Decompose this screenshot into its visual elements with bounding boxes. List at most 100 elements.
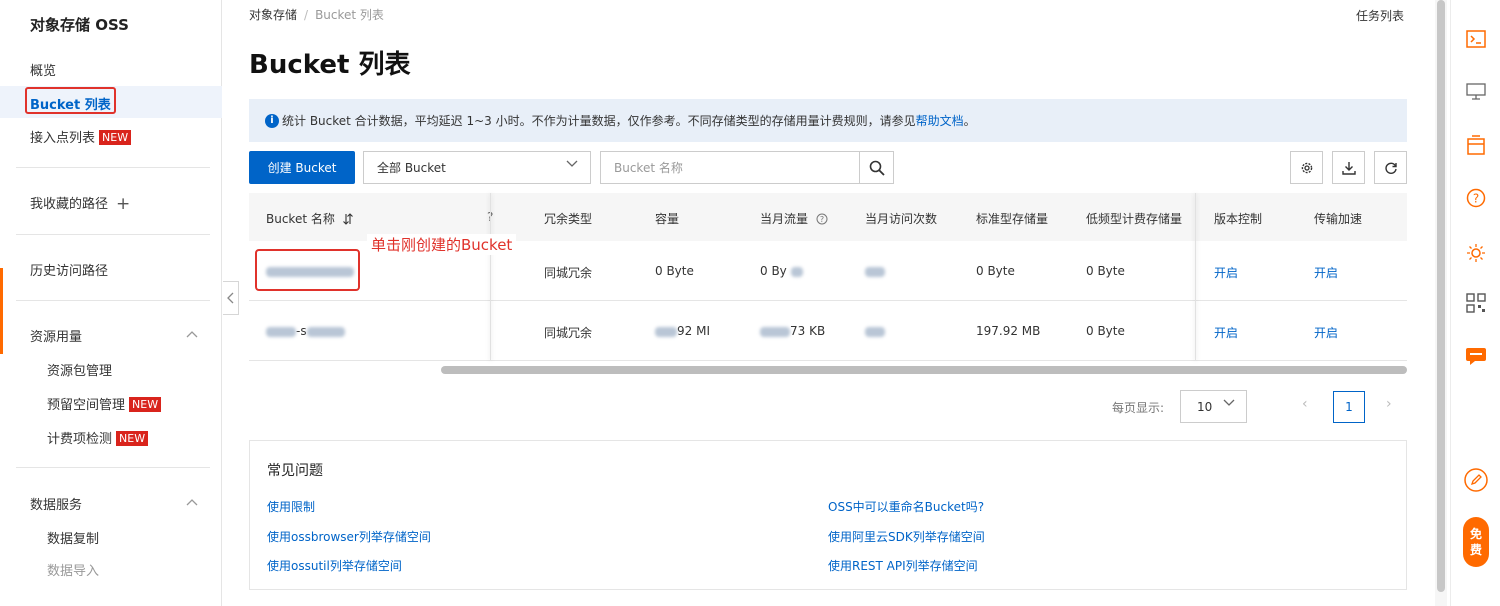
help-doc-link[interactable]: 帮助文档	[916, 112, 964, 129]
accel-enable-link[interactable]: 开启	[1314, 264, 1338, 281]
redacted-value	[790, 266, 803, 277]
table-row: -s 同城冗余 92 MI 73 KB 197.92 MB 0 Byte 开启 …	[249, 301, 1407, 361]
table-horizontal-scrollbar[interactable]	[441, 366, 1407, 374]
bucket-filter-value: 全部 Bucket	[377, 161, 446, 175]
search-button[interactable]	[859, 151, 894, 184]
sidebar-divider	[16, 300, 210, 301]
svg-text:?: ?	[1473, 192, 1479, 206]
create-bucket-button[interactable]: 创建 Bucket	[249, 151, 355, 184]
free-trial-button[interactable]: 免 费	[1463, 517, 1489, 567]
faq-section: 常见问题 使用限制 OSS中可以重命名Bucket吗? 使用ossbrowser…	[249, 440, 1407, 590]
coupon-icon[interactable]	[1464, 133, 1488, 157]
sidebar-item-history[interactable]: 历史访问路径	[30, 260, 108, 279]
sidebar-item-favorites[interactable]: 我收藏的路径 +	[30, 193, 130, 214]
sidebar-item-billing-check[interactable]: 计费项检测 NEW	[47, 428, 149, 447]
settings-button[interactable]	[1290, 151, 1323, 184]
page-scrollbar-thumb[interactable]	[1437, 0, 1445, 592]
sidebar-item-resource-pack[interactable]: 资源包管理	[47, 360, 112, 379]
sidebar-item-overview[interactable]: 概览	[30, 60, 56, 79]
next-page-button[interactable]: ›	[1386, 396, 1392, 412]
redacted-value	[865, 266, 885, 277]
faq-link[interactable]: 使用阿里云SDK列举存储空间	[828, 528, 985, 545]
sort-icon[interactable]	[342, 213, 354, 225]
sidebar: 对象存储 OSS 概览 Bucket 列表 接入点列表 NEW 我收藏的路径 + 历…	[0, 0, 222, 606]
chevron-left-icon	[226, 292, 233, 304]
bucket-filter-select[interactable]: 全部 Bucket	[363, 151, 591, 184]
add-favorite-icon[interactable]: +	[116, 194, 130, 214]
header-capacity: 容量	[655, 212, 680, 226]
header-monthly-traffic: 当月流量 ?	[760, 210, 828, 227]
cell-ia: 0 Byte	[1086, 324, 1125, 338]
notice-text: 统计 Bucket 合计数据，平均延迟 1~3 小时。不作为计量数据，仅作参考。…	[282, 114, 916, 128]
versioning-enable-link[interactable]: 开启	[1214, 324, 1238, 341]
versioning-enable-link[interactable]: 开启	[1214, 264, 1238, 281]
fixed-column-shadow	[1195, 193, 1196, 361]
help-circle-icon[interactable]: ?	[816, 213, 828, 225]
header-monthly-requests: 当月访问次数	[865, 212, 938, 226]
header-ia-storage: 低频型计费存储量	[1086, 212, 1183, 226]
new-badge: NEW	[116, 431, 149, 446]
faq-link[interactable]: OSS中可以重命名Bucket吗?	[828, 498, 984, 515]
cell-redundancy: 同城冗余	[544, 266, 593, 280]
sidebar-highlight-box	[25, 87, 116, 114]
search-icon	[869, 160, 885, 176]
header-label: 当月流量	[760, 212, 809, 226]
sidebar-item-reserved-space[interactable]: 预留空间管理 NEW	[47, 394, 162, 413]
chevron-down-icon	[566, 160, 578, 167]
info-notice: i 统计 Bucket 合计数据，平均延迟 1~3 小时。不作为计量数据，仅作参…	[249, 99, 1407, 142]
header-bucket-name[interactable]: Bucket 名称	[266, 210, 354, 227]
sidebar-item-resource-usage[interactable]: 资源用量	[30, 326, 82, 345]
download-icon	[1341, 161, 1356, 175]
sidebar-item-data-services[interactable]: 数据服务	[30, 494, 82, 513]
terminal-icon[interactable]	[1464, 27, 1488, 51]
sidebar-item-data-replication[interactable]: 数据复制	[47, 528, 99, 547]
new-badge: NEW	[129, 397, 162, 412]
free-trial-label-1: 免	[1469, 527, 1482, 541]
cell-capacity: 0 Byte	[655, 264, 694, 278]
sidebar-divider	[16, 467, 210, 468]
faq-link[interactable]: 使用ossbrowser列举存储空间	[267, 528, 431, 545]
chat-icon[interactable]	[1464, 343, 1488, 367]
free-trial-label-2: 费	[1469, 543, 1482, 557]
info-icon: i	[265, 113, 279, 128]
faq-title: 常见问题	[267, 463, 323, 479]
redacted-name	[306, 326, 345, 337]
cell-traffic-text: 0 By	[760, 264, 787, 278]
settings-icon	[1301, 162, 1312, 173]
cell-standard: 0 Byte	[976, 264, 1015, 278]
download-button[interactable]	[1332, 151, 1365, 184]
redacted-value	[865, 326, 885, 337]
refresh-button[interactable]	[1374, 151, 1407, 184]
accel-enable-link[interactable]: 开启	[1314, 324, 1338, 341]
bucket-search-input[interactable]	[600, 151, 860, 184]
faq-link[interactable]: 使用ossutil列举存储空间	[267, 557, 402, 574]
bucket-name-link[interactable]: -s	[266, 324, 345, 338]
faq-link[interactable]: 使用限制	[267, 498, 315, 515]
sidebar-item-label: 预留空间管理	[47, 398, 126, 413]
chevron-up-icon[interactable]	[186, 330, 198, 338]
cell-redundancy: 同城冗余	[544, 326, 593, 340]
sidebar-divider	[16, 234, 210, 235]
sidebar-item-label: 接入点列表	[30, 131, 96, 146]
redacted-value	[760, 326, 790, 337]
sidebar-collapse-button[interactable]	[223, 281, 239, 315]
chevron-up-icon[interactable]	[186, 498, 198, 506]
page-size-select[interactable]: 10	[1180, 390, 1247, 423]
page-number-current[interactable]: 1	[1333, 391, 1365, 423]
sidebar-item-access-points[interactable]: 接入点列表 NEW	[30, 127, 132, 146]
orange-accent-bar	[0, 268, 3, 354]
redacted-name	[266, 326, 296, 337]
monitor-icon[interactable]	[1464, 79, 1488, 103]
task-list-link[interactable]: 任务列表	[1356, 7, 1404, 24]
breadcrumb-root[interactable]: 对象存储	[249, 8, 297, 22]
qrcode-icon[interactable]	[1464, 291, 1488, 315]
sun-icon[interactable]	[1464, 241, 1488, 265]
sidebar-title: 对象存储 OSS	[30, 16, 129, 34]
edit-icon[interactable]	[1464, 468, 1488, 492]
help-icon[interactable]: ?	[1464, 186, 1488, 210]
header-standard-storage: 标准型存储量	[976, 212, 1049, 226]
sidebar-item-data-import[interactable]: 数据导入	[47, 560, 99, 579]
faq-link[interactable]: 使用REST API列举存储空间	[828, 557, 978, 574]
cell-traffic: 73 KB	[760, 324, 825, 338]
prev-page-button[interactable]: ‹	[1302, 396, 1308, 412]
